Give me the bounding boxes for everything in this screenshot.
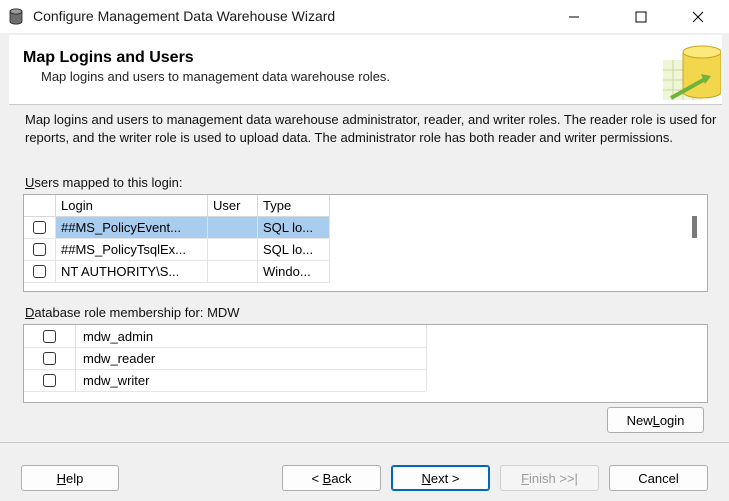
role-checkbox-cell [24, 325, 76, 347]
checkbox-column-header [24, 195, 56, 217]
database-icon [9, 8, 23, 25]
minimize-icon [569, 16, 579, 17]
next-button[interactable]: Next > [391, 465, 490, 491]
next-label-post: ext > [430, 470, 460, 486]
role-checkbox-cell [24, 347, 76, 369]
user-cell[interactable] [208, 217, 258, 239]
column-header-type[interactable]: Type [258, 195, 330, 217]
new-login-label-pre: New [626, 412, 653, 428]
users-grid[interactable]: Login User Type ##MS_PolicyEvent... SQL … [23, 194, 708, 292]
users-mapped-label: Users mapped to this login: [25, 175, 183, 190]
close-icon [692, 11, 704, 22]
back-label-post: ack [331, 470, 352, 486]
maximize-icon [635, 11, 647, 22]
row-checkbox-cell [24, 239, 56, 261]
new-login-label-post: ogin [659, 412, 685, 428]
cancel-button[interactable]: Cancel [609, 465, 708, 491]
role-checkbox-cell [24, 369, 76, 391]
finish-button[interactable]: Finish >>| [500, 465, 599, 491]
type-cell: SQL lo... [258, 239, 330, 261]
column-header-login[interactable]: Login [56, 195, 208, 217]
description-text: Map logins and users to management data … [25, 112, 717, 145]
close-button[interactable] [675, 0, 721, 33]
footer-divider [0, 442, 729, 443]
back-button[interactable]: < Back [282, 465, 381, 491]
page-subtitle: Map logins and users to management data … [41, 69, 391, 84]
role-name: mdw_admin [76, 325, 427, 347]
role-name: mdw_reader [76, 347, 427, 369]
row-checkbox[interactable] [33, 265, 46, 278]
maximize-button[interactable] [618, 0, 664, 33]
login-cell: NT AUTHORITY\S... [56, 261, 208, 283]
type-cell: SQL lo... [258, 217, 330, 239]
login-cell: ##MS_PolicyTsqlEx... [56, 239, 208, 261]
column-header-user[interactable]: User [208, 195, 258, 217]
list-item[interactable]: mdw_reader [24, 347, 427, 370]
table-row[interactable]: ##MS_PolicyEvent... SQL lo... [24, 217, 330, 239]
user-cell[interactable] [208, 261, 258, 283]
row-checkbox[interactable] [33, 221, 46, 234]
back-label-pre: < [311, 470, 323, 486]
row-checkbox[interactable] [33, 243, 46, 256]
help-label-rest: elp [66, 470, 84, 486]
new-login-button[interactable]: New Login [607, 407, 704, 433]
table-row[interactable]: ##MS_PolicyTsqlEx... SQL lo... [24, 239, 330, 261]
finish-label-accel: F [521, 470, 530, 486]
type-cell: Windo... [258, 261, 330, 283]
wizard-header: Map Logins and Users Map logins and user… [9, 35, 722, 105]
back-label-accel: B [322, 470, 332, 486]
scrollbar-thumb[interactable] [692, 216, 697, 238]
user-cell[interactable] [208, 239, 258, 261]
data-warehouse-icon [663, 45, 721, 100]
list-item[interactable]: mdw_writer [24, 369, 427, 392]
list-item[interactable]: mdw_admin [24, 325, 427, 348]
role-checkbox[interactable] [43, 329, 56, 343]
minimize-button[interactable] [551, 0, 597, 33]
role-membership-list[interactable]: mdw_admin mdw_reader mdw_writer [23, 324, 708, 403]
title-bar: Configure Management Data Warehouse Wiza… [0, 0, 729, 33]
help-label-accel: H [56, 470, 67, 486]
help-button[interactable]: Help [21, 465, 119, 491]
role-membership-label: Database role membership for: MDW [25, 305, 240, 320]
role-checkbox[interactable] [43, 351, 56, 365]
login-cell: ##MS_PolicyEvent... [56, 217, 208, 239]
window-title: Configure Management Data Warehouse Wiza… [33, 8, 336, 24]
table-row[interactable]: NT AUTHORITY\S... Windo... [24, 261, 330, 283]
next-label-accel: N [421, 470, 431, 486]
new-login-label-accel: L [652, 412, 660, 428]
role-checkbox[interactable] [43, 373, 56, 387]
role-name: mdw_writer [76, 369, 427, 391]
finish-label-post: inish >>| [529, 470, 578, 486]
row-checkbox-cell [24, 217, 56, 239]
row-checkbox-cell [24, 261, 56, 283]
page-title: Map Logins and Users [23, 49, 194, 66]
